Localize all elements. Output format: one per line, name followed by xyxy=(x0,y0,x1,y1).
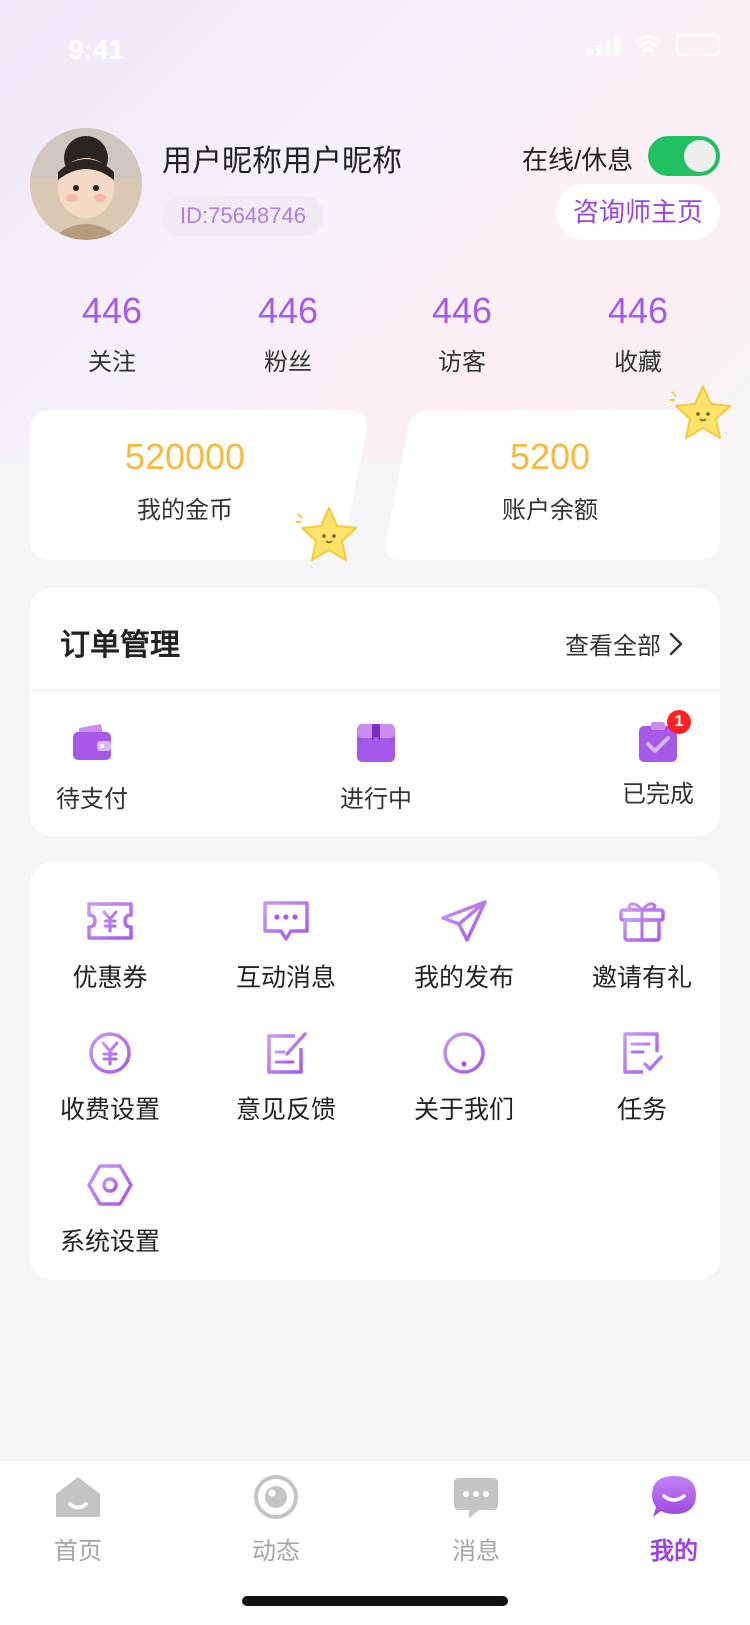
signal-icon xyxy=(587,35,620,55)
edit-icon xyxy=(267,1032,307,1074)
service-interactive-messages[interactable]: 互动消息 xyxy=(211,898,361,994)
service-label: 我的发布 xyxy=(413,964,514,992)
order-pending-payment[interactable]: 待支付 xyxy=(22,722,162,814)
service-my-posts[interactable]: 我的发布 xyxy=(389,898,539,994)
service-label: 关于我们 xyxy=(413,1096,514,1124)
balance-card[interactable]: 5200 账户余额 xyxy=(400,436,700,525)
tab-label: 消息 xyxy=(452,1538,500,1565)
service-label: 优惠券 xyxy=(72,964,148,992)
home-icon xyxy=(56,1477,100,1517)
service-label: 系统设置 xyxy=(59,1228,160,1256)
chat-icon xyxy=(454,1478,498,1518)
smile-chat-icon xyxy=(652,1476,696,1517)
view-all-label: 查看全部 xyxy=(565,633,661,660)
service-tasks[interactable]: 任务 xyxy=(567,1030,717,1126)
balance-value: 5200 xyxy=(509,436,591,477)
service-label: 互动消息 xyxy=(235,964,336,992)
task-icon xyxy=(623,1032,663,1074)
stat-label: 收藏 xyxy=(614,349,662,376)
avatar[interactable] xyxy=(30,128,142,240)
service-system-settings[interactable]: 系统设置 xyxy=(35,1162,185,1258)
stat-label: 访客 xyxy=(438,349,486,376)
service-feedback[interactable]: 意见反馈 xyxy=(211,1030,361,1126)
wallet-icon xyxy=(73,724,111,760)
stat-fans[interactable]: 446 粉丝 xyxy=(218,290,358,377)
star-decoration-icon xyxy=(670,385,731,439)
yuan-coin-icon xyxy=(89,1032,131,1074)
stat-visitors[interactable]: 446 访客 xyxy=(392,290,532,377)
service-invite-rewards[interactable]: 邀请有礼 xyxy=(567,898,717,994)
order-item-label: 待支付 xyxy=(56,786,128,813)
order-item-label: 进行中 xyxy=(340,786,412,813)
tab-mine[interactable]: 我的 xyxy=(614,1474,734,1566)
tab-home[interactable]: 首页 xyxy=(18,1474,138,1566)
service-label: 邀请有礼 xyxy=(591,964,692,992)
service-about-us[interactable]: 关于我们 xyxy=(389,1030,539,1126)
counselor-homepage-button[interactable]: 咨询师主页 xyxy=(556,184,720,240)
service-fee-settings[interactable]: 收费设置 xyxy=(35,1030,185,1126)
notification-badge: 1 xyxy=(667,710,691,734)
settings-icon xyxy=(87,1164,133,1206)
divider xyxy=(30,690,720,691)
chevron-right-icon xyxy=(669,632,683,655)
tab-label: 动态 xyxy=(252,1538,300,1565)
gift-icon xyxy=(619,902,665,942)
service-label: 收费设置 xyxy=(59,1096,160,1124)
status-icons xyxy=(587,34,720,56)
stat-value: 446 xyxy=(607,290,669,331)
toggle-knob xyxy=(684,140,716,172)
stat-favorites[interactable]: 446 收藏 xyxy=(568,290,708,377)
tab-moments[interactable]: 动态 xyxy=(216,1474,336,1566)
home-indicator xyxy=(242,1596,508,1606)
tab-label: 我的 xyxy=(650,1538,698,1565)
stat-label: 关注 xyxy=(88,349,136,376)
online-status-label: 在线/休息 xyxy=(522,145,634,175)
clipboard-check-icon-wrap: 1 xyxy=(637,710,691,764)
avatar-image xyxy=(30,128,142,240)
service-label: 任务 xyxy=(616,1096,667,1124)
camera-icon xyxy=(254,1475,298,1519)
message-icon xyxy=(263,901,309,941)
info-icon xyxy=(443,1032,485,1074)
order-section-title: 订单管理 xyxy=(60,629,180,662)
online-status-toggle[interactable] xyxy=(648,136,720,176)
coupon-icon xyxy=(87,902,133,940)
tab-messages[interactable]: 消息 xyxy=(416,1474,536,1566)
service-label: 意见反馈 xyxy=(235,1096,336,1124)
stat-label: 粉丝 xyxy=(264,349,312,376)
battery-icon xyxy=(676,34,720,56)
order-in-progress[interactable]: 进行中 xyxy=(306,722,446,814)
balance-label: 账户余额 xyxy=(502,497,598,524)
coins-value: 520000 xyxy=(124,436,246,477)
stat-value: 446 xyxy=(257,290,319,331)
view-all-orders-link[interactable]: 查看全部 xyxy=(565,626,683,661)
order-item-label: 已完成 xyxy=(622,781,694,808)
service-coupon[interactable]: 优惠券 xyxy=(35,898,185,994)
stat-following[interactable]: 446 关注 xyxy=(42,290,182,377)
tab-label: 首页 xyxy=(54,1538,102,1565)
wifi-icon xyxy=(634,35,662,53)
star-decoration-icon xyxy=(296,507,357,561)
user-id-badge: ID:75648746 xyxy=(162,196,324,236)
stat-value: 446 xyxy=(81,290,143,331)
order-completed[interactable]: 1 已完成 xyxy=(588,710,728,809)
box-icon xyxy=(357,724,395,762)
status-time: 9:41 xyxy=(68,34,125,65)
stat-value: 446 xyxy=(431,290,493,331)
paper-plane-icon xyxy=(441,900,487,942)
nickname: 用户昵称用户昵称 xyxy=(162,145,402,178)
